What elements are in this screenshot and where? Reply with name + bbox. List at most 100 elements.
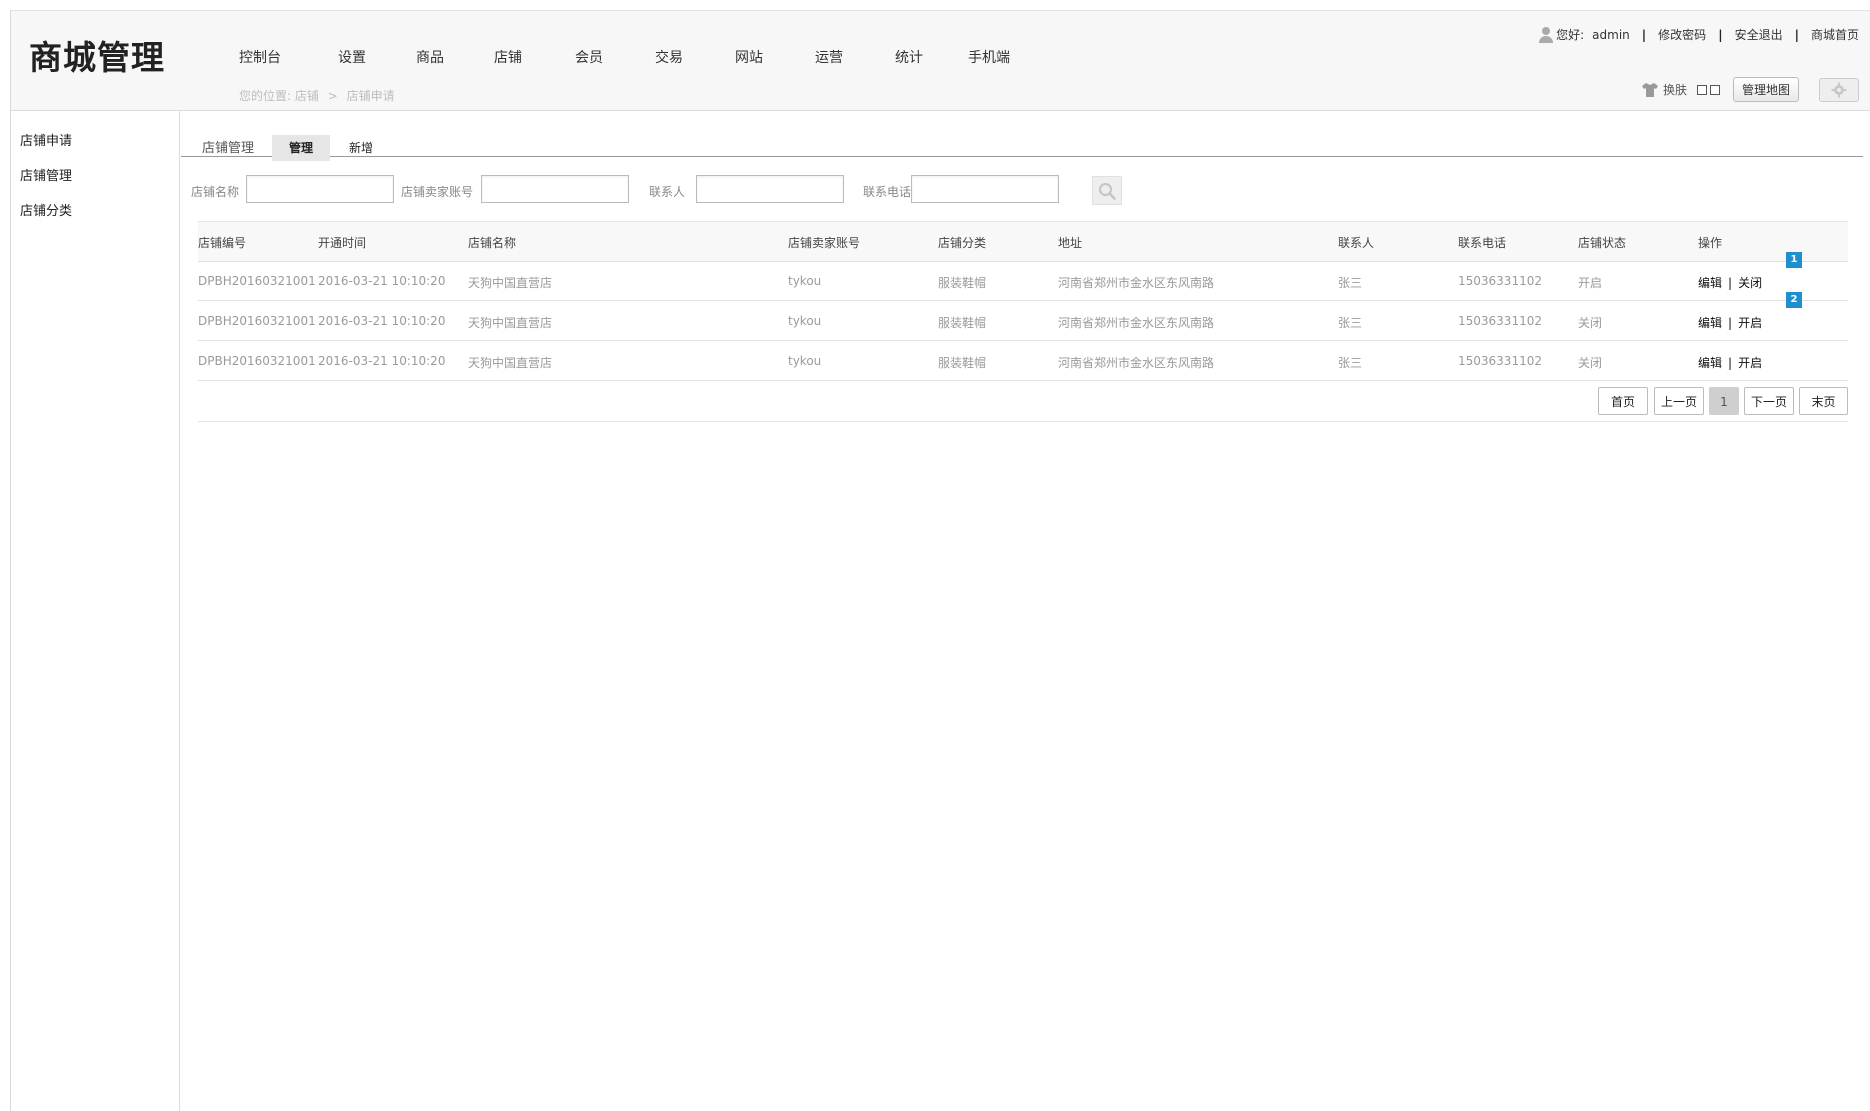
sidebar: 店铺申请 店铺管理 店铺分类 — [11, 111, 180, 1111]
current-page[interactable]: 1 — [1709, 387, 1739, 415]
shirt-icon[interactable] — [1641, 82, 1659, 98]
contact-phone: 15036331102 — [1458, 354, 1542, 368]
edit-link[interactable]: 编辑 — [1698, 316, 1722, 330]
nav-item-trade[interactable]: 交易 — [655, 47, 683, 67]
nav-item-website[interactable]: 网站 — [735, 47, 763, 67]
column-header: 店铺编号 — [198, 236, 247, 250]
next-page-button[interactable]: 下一页 — [1744, 387, 1794, 415]
mall-home-link[interactable]: 商城首页 — [1811, 26, 1859, 43]
user-icon — [1539, 26, 1554, 43]
last-page-button[interactable]: 末页 — [1799, 387, 1848, 415]
divider: | — [1728, 356, 1733, 370]
shop-category: 服装鞋帽 — [938, 316, 987, 330]
shop-category: 服装鞋帽 — [938, 276, 987, 290]
shop-status: 关闭 — [1578, 356, 1603, 370]
prev-page-button[interactable]: 上一页 — [1654, 387, 1704, 415]
step-badge: 2 — [1786, 292, 1802, 308]
admin-map-button[interactable]: 管理地图 — [1732, 77, 1799, 102]
shop-address: 河南省郑州市金水区东风南路 — [1058, 356, 1215, 370]
seller-account: tykou — [788, 354, 822, 368]
tab-manage[interactable]: 管理 — [272, 135, 330, 161]
shop-name: 天狗中国直营店 — [468, 356, 553, 370]
filter-bar: 店铺名称 店铺卖家账号 联系人 联系电话 — [181, 175, 1870, 207]
shop-status: 开启 — [1578, 276, 1603, 290]
toggle-status-link[interactable]: 关闭 — [1738, 276, 1762, 290]
seller-account-input[interactable] — [481, 175, 629, 203]
seller-account: tykou — [788, 314, 822, 328]
edit-link[interactable]: 编辑 — [1698, 356, 1722, 370]
row-actions: 编辑 | 开启 — [1698, 354, 1762, 371]
nav-item-statistics[interactable]: 统计 — [895, 47, 923, 67]
table-row: DPBH20160321001 2016-03-21 10:10:20 天狗中国… — [198, 261, 1848, 301]
contact-person: 张三 — [1338, 356, 1363, 370]
shop-name: 天狗中国直营店 — [468, 276, 553, 290]
column-header: 店铺卖家账号 — [788, 236, 861, 250]
shop-id: DPBH20160321001 — [198, 274, 316, 288]
phone-label: 联系电话 — [863, 185, 912, 199]
username: admin — [1592, 27, 1630, 42]
sidebar-item-shop-category[interactable]: 店铺分类 — [20, 200, 72, 219]
column-header: 操作 — [1698, 236, 1723, 250]
skin-option-icon[interactable] — [1709, 84, 1720, 95]
contact-phone: 15036331102 — [1458, 274, 1542, 288]
logout-link[interactable]: 安全退出 — [1735, 26, 1783, 43]
nav-item-products[interactable]: 商品 — [416, 47, 444, 67]
skin-label[interactable]: 换肤 — [1663, 81, 1687, 98]
breadcrumb-level1[interactable]: 店铺 — [295, 89, 319, 103]
shop-name: 天狗中国直营店 — [468, 316, 553, 330]
pagination: 首页 上一页 1 下一页 末页 — [198, 381, 1848, 422]
seller-account: tykou — [788, 274, 822, 288]
nav-item-dashboard[interactable]: 控制台 — [239, 47, 281, 67]
skin-option-icon[interactable] — [1696, 84, 1707, 95]
greeting-label: 您好: — [1556, 28, 1585, 42]
nav-item-shops[interactable]: 店铺 — [494, 47, 522, 67]
first-page-button[interactable]: 首页 — [1598, 387, 1648, 415]
column-header: 地址 — [1058, 236, 1083, 250]
shop-status: 关闭 — [1578, 316, 1603, 330]
contact-label: 联系人 — [649, 185, 686, 199]
table-row: DPBH20160321001 2016-03-21 10:10:20 天狗中国… — [198, 341, 1848, 381]
tab-add-new[interactable]: 新增 — [332, 135, 390, 161]
column-header: 开通时间 — [318, 236, 367, 250]
row-actions: 编辑 | 关闭 — [1698, 274, 1762, 291]
toggle-status-link[interactable]: 开启 — [1738, 356, 1762, 370]
app-frame: 商城管理 控制台 设置 商品 店铺 会员 交易 网站 运营 统计 手机端 您的位… — [10, 10, 1870, 1111]
user-bar: 您好: admin | 修改密码 | 安全退出 | 商城首页 — [1539, 26, 1859, 43]
sidebar-item-shop-application[interactable]: 店铺申请 — [20, 130, 72, 149]
edit-link[interactable]: 编辑 — [1698, 276, 1722, 290]
sidebar-item-shop-management[interactable]: 店铺管理 — [20, 165, 72, 184]
breadcrumb-prefix: 您的位置: — [239, 89, 292, 103]
nav-item-operations[interactable]: 运营 — [815, 47, 843, 67]
contact-person: 张三 — [1338, 316, 1363, 330]
shop-id: DPBH20160321001 — [198, 354, 316, 368]
nav-item-settings[interactable]: 设置 — [338, 47, 366, 67]
breadcrumb: 您的位置: 店铺 > 店铺申请 — [239, 87, 395, 104]
column-header: 联系人 — [1338, 236, 1375, 250]
nav-item-mobile[interactable]: 手机端 — [968, 47, 1010, 67]
app-logo: 商城管理 — [29, 38, 165, 77]
contact-input[interactable] — [696, 175, 844, 203]
contact-phone: 15036331102 — [1458, 314, 1542, 328]
search-icon — [1099, 182, 1116, 200]
phone-input[interactable] — [911, 175, 1059, 203]
open-time: 2016-03-21 10:10:20 — [318, 354, 446, 368]
header-tools: 换肤 管理地图 — [1641, 77, 1859, 102]
search-button[interactable] — [1092, 176, 1122, 205]
open-time: 2016-03-21 10:10:20 — [318, 314, 446, 328]
divider: | — [1641, 27, 1647, 42]
shop-address: 河南省郑州市金水区东风南路 — [1058, 276, 1215, 290]
settings-button[interactable] — [1819, 77, 1859, 102]
divider: | — [1728, 276, 1733, 290]
change-password-link[interactable]: 修改密码 — [1658, 26, 1706, 43]
shop-id: DPBH20160321001 — [198, 314, 316, 328]
seller-account-label: 店铺卖家账号 — [401, 185, 474, 199]
table-row: DPBH20160321001 2016-03-21 10:10:20 天狗中国… — [198, 301, 1848, 341]
divider: | — [1718, 27, 1723, 42]
toggle-status-link[interactable]: 开启 — [1738, 316, 1762, 330]
divider: | — [1728, 316, 1733, 330]
nav-item-members[interactable]: 会员 — [575, 47, 603, 67]
shop-category: 服装鞋帽 — [938, 356, 987, 370]
table-header: 店铺编号 开通时间 店铺名称 店铺卖家账号 店铺分类 地址 联系人 联系电话 店… — [198, 221, 1848, 262]
shop-name-input[interactable] — [246, 175, 394, 203]
shop-name-label: 店铺名称 — [191, 185, 240, 199]
